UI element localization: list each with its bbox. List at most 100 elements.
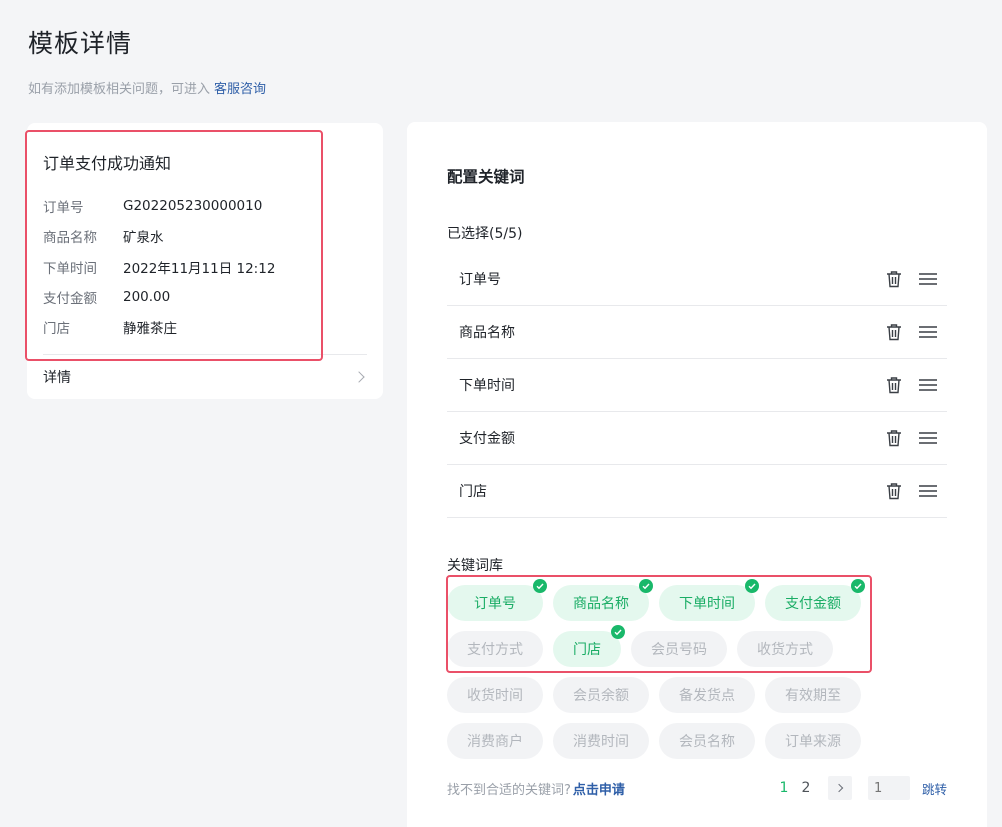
keyword-chip-label: 收货时间: [467, 688, 523, 704]
chevron-right-icon: [353, 371, 365, 383]
check-icon: [745, 579, 759, 593]
keyword-library: 订单号 商品名称 下单时间 支付金额支付方式 门店 会员号码 收货方式收货时间 会员余额 备发货…: [447, 579, 887, 769]
keyword-chip[interactable]: 消费时间: [553, 723, 649, 759]
delete-icon[interactable]: [885, 323, 903, 341]
keyword-chip-label: 支付方式: [467, 642, 523, 658]
keyword-chip[interactable]: 门店: [553, 625, 625, 667]
page-hint-text: 如有添加模板相关问题，可进入: [28, 82, 211, 97]
keyword-chip-label: 订单来源: [785, 734, 841, 750]
page-1-button[interactable]: 1: [778, 780, 790, 796]
selected-keyword-item[interactable]: 订单号: [447, 253, 947, 306]
keyword-chip-row: 收货时间 会员余额 备发货点 有效期至: [447, 677, 887, 713]
check-icon: [851, 579, 865, 593]
check-icon: [639, 579, 653, 593]
preview-row: 下单时间 2022年11月11日 12:12: [43, 252, 275, 282]
delete-icon[interactable]: [885, 270, 903, 288]
keyword-chip[interactable]: 收货时间: [447, 677, 543, 713]
template-preview-card: 订单支付成功通知 订单号 G202205230000010 商品名称 矿泉水 下…: [27, 123, 383, 399]
preview-field-value: 矿泉水: [123, 230, 164, 247]
drag-handle-icon[interactable]: [919, 429, 937, 447]
drag-handle-icon[interactable]: [919, 482, 937, 500]
selected-count-label: 已选择(5/5): [447, 226, 523, 242]
selected-keyword-label: 支付金额: [459, 431, 515, 447]
preview-fields: 订单号 G202205230000010 商品名称 矿泉水 下单时间 2022年…: [43, 191, 275, 342]
keyword-chip-label: 门店: [573, 642, 601, 658]
preview-row: 商品名称 矿泉水: [43, 221, 275, 251]
keyword-chip-label: 会员名称: [679, 734, 735, 750]
preview-field-key: 商品名称: [43, 230, 97, 247]
keyword-chip-label: 消费商户: [467, 734, 523, 750]
keyword-chip-label: 会员号码: [651, 642, 707, 658]
keyword-chip-label: 备发货点: [679, 688, 735, 704]
selected-keyword-label: 商品名称: [459, 325, 515, 341]
preview-row: 订单号 G202205230000010: [43, 191, 275, 221]
keyword-chip[interactable]: 支付方式: [447, 631, 543, 667]
apply-keyword-link[interactable]: 点击申请: [573, 783, 625, 798]
chevron-right-icon: [834, 783, 844, 793]
preview-field-value: 静雅茶庄: [123, 321, 177, 338]
keyword-chip-label: 商品名称: [573, 596, 629, 612]
library-footer: 找不到合适的关键词?点击申请 1 2 跳转: [447, 776, 947, 800]
keyword-chip-label: 会员余额: [573, 688, 629, 704]
keyword-chip-row: 支付方式 门店 会员号码 收货方式: [447, 625, 887, 667]
preview-field-key: 订单号: [43, 200, 84, 217]
keyword-chip-row: 订单号 商品名称 下单时间 支付金额: [447, 579, 887, 621]
next-page-button[interactable]: [827, 776, 852, 800]
keyword-chip[interactable]: 会员名称: [659, 723, 755, 759]
preview-field-value: G202205230000010: [123, 198, 263, 215]
keyword-chip[interactable]: 下单时间: [659, 579, 759, 621]
keyword-chip[interactable]: 支付金额: [765, 579, 865, 621]
keyword-chip-label: 有效期至: [785, 688, 841, 704]
footer-hint-text: 找不到合适的关键词?: [447, 782, 571, 798]
keyword-chip-label: 消费时间: [573, 734, 629, 750]
page-jump-input[interactable]: [867, 776, 910, 800]
selected-keyword-label: 门店: [459, 484, 487, 500]
preview-title: 订单支付成功通知: [43, 154, 172, 173]
keyword-chip[interactable]: 有效期至: [765, 677, 861, 713]
drag-handle-icon[interactable]: [919, 376, 937, 394]
page-hint: 如有添加模板相关问题，可进入 客服咨询: [28, 78, 266, 97]
keyword-chip[interactable]: 订单号: [447, 579, 547, 621]
page-title: 模板详情: [28, 29, 133, 58]
preview-field-key: 支付金额: [43, 291, 97, 308]
delete-icon[interactable]: [885, 429, 903, 447]
pagination: 1 2 跳转: [778, 776, 947, 800]
keyword-chip-row: 消费商户 消费时间 会员名称 订单来源: [447, 723, 887, 759]
preview-field-value: 2022年11月11日 12:12: [123, 260, 276, 277]
keyword-chip[interactable]: 会员号码: [631, 631, 727, 667]
config-title: 配置关键词: [447, 168, 525, 186]
selected-keyword-label: 订单号: [459, 272, 501, 288]
selected-keyword-item[interactable]: 门店: [447, 465, 947, 518]
check-icon: [611, 625, 625, 639]
delete-icon[interactable]: [885, 482, 903, 500]
selected-keyword-item[interactable]: 支付金额: [447, 412, 947, 465]
preview-detail-label: 详情: [43, 370, 71, 386]
support-link[interactable]: 客服咨询: [214, 82, 266, 97]
footer-hint: 找不到合适的关键词? 点击申请: [447, 779, 625, 798]
page-2-button[interactable]: 2: [800, 780, 812, 796]
delete-icon[interactable]: [885, 376, 903, 394]
keyword-chip[interactable]: 会员余额: [553, 677, 649, 713]
keyword-chip-label: 订单号: [474, 596, 516, 612]
keyword-chip[interactable]: 消费商户: [447, 723, 543, 759]
selected-keyword-list: 订单号 商品名称 下单时间 支付金额 门店: [447, 253, 947, 518]
keyword-config-card: 配置关键词 已选择(5/5) 订单号 商品名称 下单时间 支付金额 门店 关键词…: [407, 122, 987, 827]
selected-keyword-label: 下单时间: [459, 378, 515, 394]
keyword-chip[interactable]: 订单来源: [765, 723, 861, 759]
preview-row: 门店 静雅茶庄: [43, 312, 275, 342]
keyword-chip[interactable]: 备发货点: [659, 677, 755, 713]
keyword-chip[interactable]: 商品名称: [553, 579, 653, 621]
keyword-chip-label: 下单时间: [679, 596, 735, 612]
preview-row: 支付金额 200.00: [43, 282, 275, 312]
selected-keyword-item[interactable]: 下单时间: [447, 359, 947, 412]
preview-field-key: 门店: [43, 321, 70, 338]
preview-detail-link[interactable]: 详情: [43, 355, 367, 399]
drag-handle-icon[interactable]: [919, 323, 937, 341]
keyword-library-label: 关键词库: [447, 558, 503, 574]
check-icon: [533, 579, 547, 593]
drag-handle-icon[interactable]: [919, 270, 937, 288]
keyword-chip-label: 支付金额: [785, 596, 841, 612]
keyword-chip[interactable]: 收货方式: [737, 631, 833, 667]
jump-button[interactable]: 跳转: [922, 779, 947, 798]
selected-keyword-item[interactable]: 商品名称: [447, 306, 947, 359]
